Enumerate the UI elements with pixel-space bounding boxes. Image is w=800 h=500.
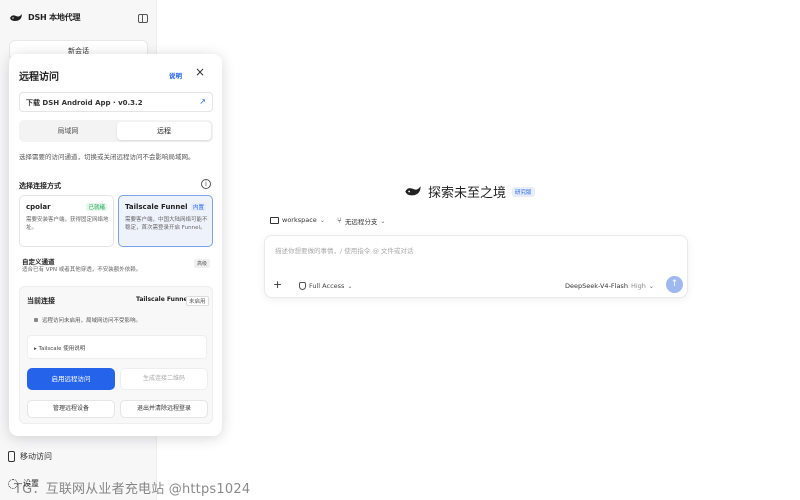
download-app-link[interactable]: 下载 DSH Android App · v0.3.2 ↗ bbox=[19, 92, 213, 112]
option-tailscale-funnel[interactable]: Tailscale Funnel 内置 需要客户端，中国大陆网络可能不稳定，首次… bbox=[118, 195, 213, 247]
folder-icon bbox=[270, 216, 279, 224]
access-label: Full Access bbox=[309, 282, 345, 290]
method-section-title: 选择连接方式 bbox=[19, 182, 61, 190]
help-link[interactable]: 说明 bbox=[169, 70, 182, 80]
advanced-tag: 高级 bbox=[193, 259, 210, 268]
watermark: TG：互联网从业者充电站 @https1024 bbox=[14, 482, 251, 497]
tab-remote[interactable]: 远程 bbox=[117, 122, 211, 140]
branch-label: 无远程分支 bbox=[344, 218, 378, 226]
chevron-down-icon: ⌄ bbox=[380, 217, 386, 225]
chevron-down-icon: ⌄ bbox=[648, 282, 654, 290]
custom-description: 适合已有 VPN 或者其他穿透，不安装额外依赖。 bbox=[22, 267, 142, 273]
prompt-composer[interactable]: 描述你想要做的事情，/ 使用指令 @ 文件或对话 + Full Access ⌄… bbox=[264, 235, 688, 298]
model-level: High bbox=[630, 282, 646, 290]
branch-selector[interactable]: ⑂ 无远程分支 ⌄ bbox=[337, 216, 386, 227]
external-link-icon: ↗ bbox=[199, 97, 206, 106]
download-label: 下载 DSH Android App · v0.3.2 bbox=[26, 99, 143, 107]
info-icon[interactable]: i bbox=[201, 179, 211, 189]
option-description: 需要安装客户端，获得固定网络地址。 bbox=[26, 217, 109, 231]
remote-access-dialog: 远程访问 说明 × 下载 DSH Android App · v0.3.2 ↗ … bbox=[9, 54, 222, 436]
dialog-description: 选择需要的访问通道，切换或关闭远程访问不会影响局域网。 bbox=[19, 153, 195, 161]
status-badge: 已就绪 bbox=[86, 203, 107, 211]
connection-provider: Tailscale Funnel bbox=[136, 296, 190, 303]
option-cpolar[interactable]: cpolar 已就绪 需要安装客户端，获得固定网络地址。 bbox=[19, 195, 114, 247]
model-selector[interactable]: DeepSeek-V4-Flash High ⌄ bbox=[565, 282, 654, 290]
plus-icon[interactable]: + bbox=[273, 279, 282, 290]
generate-qr-button[interactable]: 生成连接二维码 bbox=[120, 368, 208, 390]
hero-badge: 研究版 bbox=[512, 186, 535, 197]
prompt-input[interactable]: 描述你想要做的事情，/ 使用指令 @ 文件或对话 bbox=[275, 245, 413, 255]
hero: 探索未至之境 研究版 bbox=[404, 182, 535, 201]
sidebar-item-mobile-access[interactable]: 移动访问 bbox=[8, 451, 52, 462]
sidebar-toggle-icon[interactable] bbox=[138, 14, 148, 23]
branch-icon: ⑂ bbox=[337, 216, 342, 225]
sidebar-item-label: 移动访问 bbox=[20, 452, 52, 461]
option-name: Tailscale Funnel bbox=[125, 203, 188, 211]
connection-status-badge: 未启用 bbox=[186, 296, 209, 306]
access-mode-tabs: 局域网 远程 bbox=[19, 120, 213, 142]
status-badge: 内置 bbox=[190, 203, 206, 211]
access-mode-selector[interactable]: Full Access ⌄ bbox=[299, 282, 352, 290]
tutorial-label: ▸ Tailscale 使用说明 bbox=[34, 346, 86, 352]
shield-icon bbox=[299, 282, 306, 290]
connection-message-text: 远程访问未启用，局域网访问不受影响。 bbox=[42, 318, 142, 324]
connection-message: 远程访问未启用，局域网访问不受影响。 bbox=[34, 316, 141, 324]
phone-icon bbox=[8, 451, 15, 462]
hero-title: 探索未至之境 bbox=[428, 186, 507, 201]
chevron-down-icon: ⌄ bbox=[347, 282, 353, 290]
workspace-label: workspace bbox=[282, 216, 317, 224]
model-name: DeepSeek-V4-Flash bbox=[565, 282, 628, 290]
workspace-selector[interactable]: workspace ⌄ bbox=[270, 216, 325, 224]
close-icon[interactable]: × bbox=[195, 66, 205, 78]
chevron-down-icon: ⌄ bbox=[319, 216, 325, 224]
option-description: 需要客户端，中国大陆网络可能不稳定，首次需登录开启 Funnel。 bbox=[125, 217, 208, 231]
logout-remote-button[interactable]: 退出并清除远程登录 bbox=[120, 400, 208, 418]
dialog-title: 远程访问 bbox=[19, 72, 59, 83]
connection-title: 当前连接 bbox=[27, 297, 55, 305]
option-custom-channel[interactable]: 自定义通道 适合已有 VPN 或者其他穿透，不安装额外依赖。 高级 bbox=[19, 254, 213, 276]
current-connection-card: 当前连接 Tailscale Funnel 未启用 远程访问未启用，局域网访问不… bbox=[19, 286, 213, 424]
status-dot-icon bbox=[34, 318, 38, 322]
whale-icon bbox=[405, 186, 421, 196]
brand-name: DSH 本地代理 bbox=[28, 13, 81, 22]
manage-devices-button[interactable]: 管理远程设备 bbox=[27, 400, 115, 418]
brand[interactable]: DSH 本地代理 bbox=[9, 12, 80, 23]
send-button[interactable]: ↑ bbox=[666, 276, 683, 293]
tab-lan[interactable]: 局域网 bbox=[21, 122, 115, 140]
whale-icon bbox=[10, 13, 22, 21]
tailscale-tutorial-toggle[interactable]: ▸ Tailscale 使用说明 bbox=[27, 335, 207, 359]
option-name: cpolar bbox=[26, 203, 51, 211]
start-remote-access-button[interactable]: 启用远程访问 bbox=[27, 368, 115, 390]
